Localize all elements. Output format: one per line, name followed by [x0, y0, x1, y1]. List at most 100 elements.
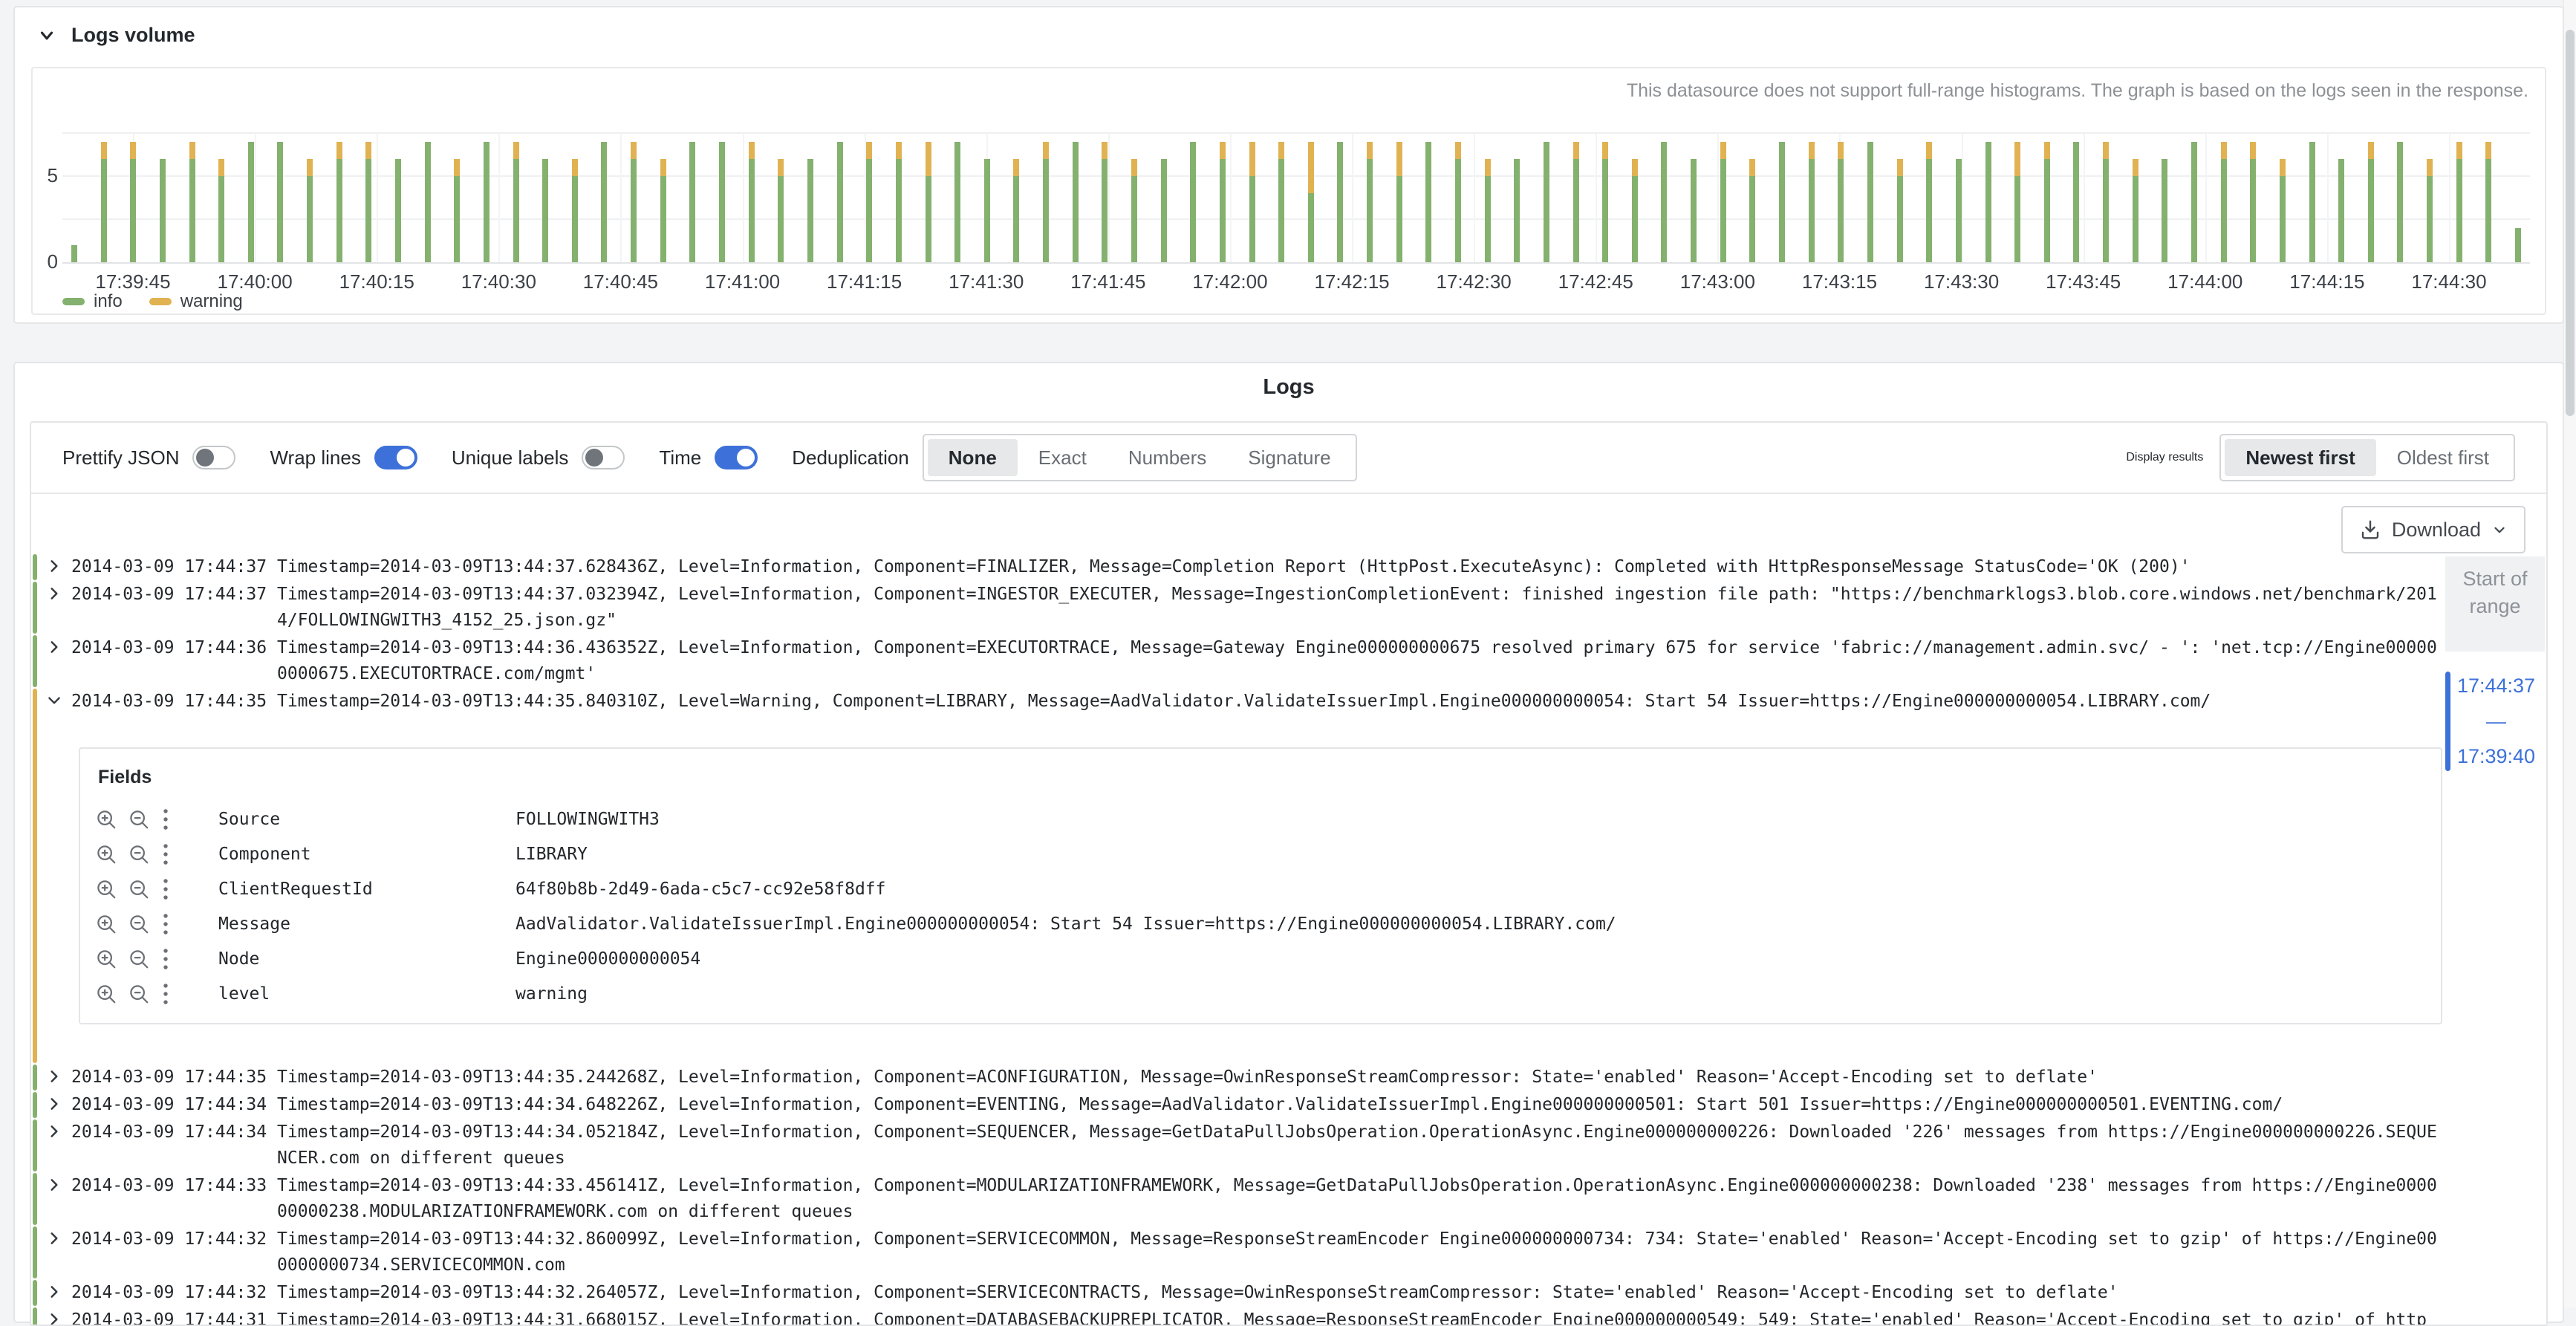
chart-bar[interactable] [689, 142, 695, 262]
chart-bar[interactable] [2456, 142, 2462, 262]
chart-bar[interactable] [984, 159, 990, 262]
log-row[interactable]: 2014-03-09 17:44:32 Timestamp=2014-03-09… [33, 1226, 2444, 1279]
chart-bar[interactable] [1249, 142, 1255, 262]
chevron-right-icon[interactable] [46, 1307, 71, 1326]
chevron-right-icon[interactable] [46, 554, 71, 580]
chart-bar[interactable] [1337, 142, 1343, 262]
chart-bar[interactable] [160, 159, 166, 262]
chart-bar[interactable] [130, 142, 136, 262]
zoom-out-icon[interactable] [128, 843, 150, 865]
chart-bar[interactable] [248, 142, 254, 262]
chart-bar[interactable] [513, 142, 519, 262]
chart-bar[interactable] [807, 159, 813, 262]
chart-bar[interactable] [1749, 159, 1755, 262]
chart-bar[interactable] [1985, 142, 1991, 262]
toggle-switch-time[interactable] [715, 446, 758, 469]
chart-bar[interactable] [1838, 142, 1844, 262]
page-scrollbar[interactable] [2563, 0, 2576, 1307]
log-row[interactable]: 2014-03-09 17:44:37 Timestamp=2014-03-09… [33, 581, 2444, 634]
chart-bar[interactable] [778, 159, 784, 262]
chart-bar[interactable] [1514, 159, 1520, 262]
legend-item-warning[interactable]: warning [149, 291, 243, 312]
chart-bar[interactable] [2250, 142, 2256, 262]
chart-bar[interactable] [660, 159, 666, 262]
scrollbar-thumb[interactable] [2566, 30, 2575, 416]
option-none[interactable]: None [928, 439, 1018, 476]
zoom-out-icon[interactable] [128, 983, 150, 1005]
chart-bar[interactable] [896, 142, 902, 262]
chevron-right-icon[interactable] [46, 1173, 71, 1225]
chart-bar[interactable] [2368, 142, 2374, 262]
toggle-switch-prettify-json[interactable] [192, 446, 235, 469]
chart-bar[interactable] [1161, 159, 1167, 262]
kebab-menu-icon[interactable] [160, 982, 171, 1006]
chart-bar[interactable] [2485, 142, 2491, 262]
kebab-menu-icon[interactable] [160, 842, 171, 866]
chart-bar[interactable] [1278, 142, 1284, 262]
chart-bar[interactable] [1691, 159, 1697, 262]
chart-bar[interactable] [1131, 159, 1137, 262]
chart-bar[interactable] [1102, 142, 1108, 262]
chevron-right-icon[interactable] [46, 582, 71, 634]
zoom-in-icon[interactable] [95, 948, 117, 970]
chart-bar[interactable] [277, 142, 283, 262]
log-row[interactable]: 2014-03-09 17:44:35 Timestamp=2014-03-09… [33, 1064, 2444, 1091]
chart-bar[interactable] [954, 142, 960, 262]
chart-bar[interactable] [2191, 142, 2197, 262]
chart-bar[interactable] [1220, 142, 1226, 262]
chevron-right-icon[interactable] [46, 1226, 71, 1278]
chart-plot-area[interactable] [62, 133, 2530, 264]
chart-bar[interactable] [2280, 159, 2286, 262]
chart-bar[interactable] [2397, 142, 2403, 262]
option-exact[interactable]: Exact [1018, 439, 1108, 476]
legend-item-info[interactable]: info [62, 291, 123, 312]
kebab-menu-icon[interactable] [160, 912, 171, 936]
chart-bar[interactable] [631, 142, 637, 262]
chart-bar[interactable] [1425, 142, 1431, 262]
kebab-menu-icon[interactable] [160, 807, 171, 831]
chart-bar[interactable] [395, 159, 401, 262]
chevron-right-icon[interactable] [46, 1280, 71, 1306]
chart-bar[interactable] [1544, 142, 1549, 262]
zoom-in-icon[interactable] [95, 843, 117, 865]
chevron-right-icon[interactable] [46, 1119, 71, 1171]
zoom-in-icon[interactable] [95, 983, 117, 1005]
chart-bar[interactable] [1308, 142, 1314, 262]
option-signature[interactable]: Signature [1227, 439, 1351, 476]
chevron-right-icon[interactable] [46, 1092, 71, 1118]
zoom-out-icon[interactable] [128, 878, 150, 900]
logs-volume-header[interactable]: Logs volume [15, 7, 2563, 47]
download-button[interactable]: Download [2341, 506, 2525, 553]
chevron-down-icon[interactable] [46, 689, 71, 1063]
chart-bar[interactable] [601, 142, 607, 262]
chart-bar[interactable] [2515, 228, 2521, 262]
zoom-in-icon[interactable] [95, 878, 117, 900]
chart-bar[interactable] [71, 245, 77, 262]
chevron-right-icon[interactable] [46, 1065, 71, 1091]
log-row[interactable]: 2014-03-09 17:44:36 Timestamp=2014-03-09… [33, 634, 2444, 688]
chevron-right-icon[interactable] [46, 635, 71, 687]
chart-bar[interactable] [1779, 142, 1785, 262]
collapse-chevron-icon[interactable] [37, 26, 56, 45]
chart-bar[interactable] [2133, 159, 2138, 262]
chart-bar[interactable] [1573, 142, 1579, 262]
chart-bar[interactable] [572, 159, 578, 262]
chart-bar[interactable] [101, 142, 107, 262]
toggle-switch-wrap-lines[interactable] [374, 446, 417, 469]
chart-bar[interactable] [2014, 142, 2020, 262]
chart-bar[interactable] [1897, 159, 1903, 262]
zoom-out-icon[interactable] [128, 913, 150, 935]
chart-bar[interactable] [189, 142, 195, 262]
chart-bar[interactable] [1602, 142, 1608, 262]
chart-bar[interactable] [542, 159, 548, 262]
toggle-switch-unique-labels[interactable] [582, 446, 625, 469]
chart-bar[interactable] [336, 142, 342, 262]
log-row[interactable]: 2014-03-09 17:44:37 Timestamp=2014-03-09… [33, 553, 2444, 581]
log-row[interactable]: 2014-03-09 17:44:32 Timestamp=2014-03-09… [33, 1279, 2444, 1307]
chart-bar[interactable] [1926, 142, 1932, 262]
log-row[interactable]: 2014-03-09 17:44:34 Timestamp=2014-03-09… [33, 1091, 2444, 1119]
chart-bar[interactable] [1956, 159, 1962, 262]
log-row[interactable]: 2014-03-09 17:44:35 Timestamp=2014-03-09… [33, 688, 2444, 1064]
chart-bar[interactable] [749, 142, 755, 262]
chart-bar[interactable] [1720, 142, 1726, 262]
